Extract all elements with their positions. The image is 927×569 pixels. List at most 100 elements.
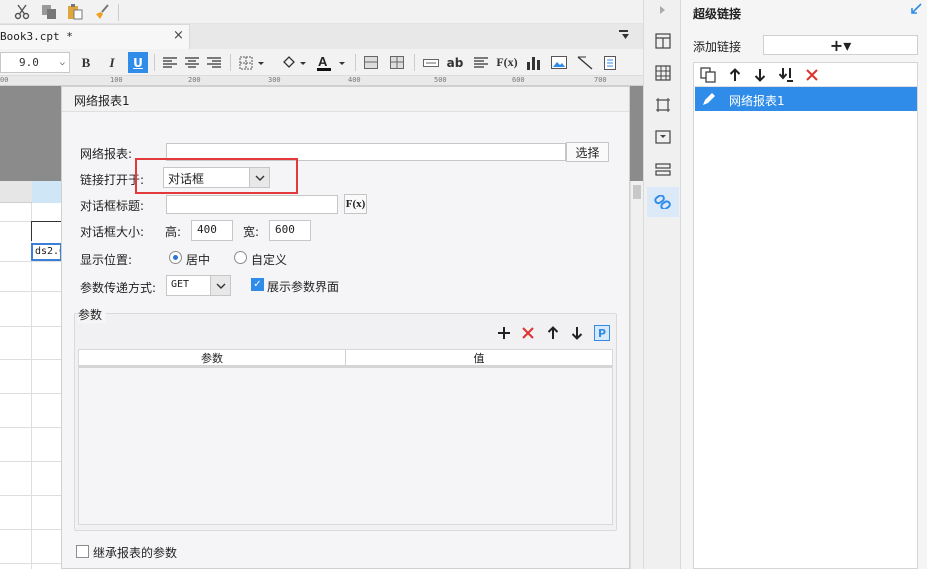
delete-link-icon[interactable] [803, 66, 821, 84]
show-param-ui-checkbox[interactable]: ✓ [251, 278, 264, 291]
move-up-icon[interactable] [726, 66, 744, 84]
param-method-value: GET [171, 279, 190, 290]
position-center-radio[interactable] [169, 251, 182, 264]
position-label: 显示位置: [80, 253, 133, 267]
grid-row-line [0, 326, 62, 327]
params-table-header: 参数 值 [79, 350, 612, 368]
ruler-mark: 00 [0, 76, 9, 84]
float-element-icon[interactable] [653, 95, 673, 115]
widget-settings-icon[interactable] [653, 127, 673, 147]
param-method-select[interactable]: GET [166, 275, 231, 296]
inherit-params-label[interactable]: 继承报表的参数 [93, 544, 177, 561]
copy-link-icon[interactable] [699, 66, 717, 84]
grid-row-line [0, 461, 62, 462]
dialog-title-label: 对话框标题: [80, 199, 145, 213]
add-link-button[interactable]: +▾ [763, 35, 918, 55]
align-left-icon[interactable] [162, 52, 178, 73]
ruler-mark: 400 [348, 76, 361, 84]
chevron-down-icon: ⌵ [59, 57, 65, 68]
copy-icon[interactable] [39, 2, 59, 22]
formula-button[interactable]: F(x) [344, 194, 367, 214]
move-down-icon[interactable] [751, 66, 769, 84]
hyperlink-list-toolbar [694, 63, 917, 87]
hyperlink-icon[interactable] [653, 192, 673, 212]
choose-report-button[interactable]: 选择 [566, 142, 609, 162]
tab-menu-icon[interactable] [618, 29, 630, 44]
param-method-label: 参数传递方式: [80, 281, 157, 295]
toolbar-divider [154, 54, 155, 71]
report-label: 网络报表: [80, 147, 133, 161]
hyperlink-list: 网络报表1 [693, 62, 918, 569]
show-param-ui-label[interactable]: 展示参数界面 [267, 278, 339, 295]
add-link-label: 添加链接 [693, 40, 742, 54]
position-custom-radio[interactable] [234, 251, 247, 264]
hyperlink-editor-dialog: 网络报表1 网络报表: 选择 链接打开于: 对话框 对话框标题: F(x) 对话… [61, 86, 630, 569]
align-right-icon[interactable] [206, 52, 222, 73]
grid-row-line [0, 291, 62, 292]
chart-icon[interactable] [524, 52, 542, 73]
selected-cell[interactable]: ds2.G [31, 243, 62, 261]
close-tab-icon[interactable]: × [173, 28, 184, 43]
text-ab-button[interactable]: ab [446, 52, 464, 73]
slash-icon[interactable] [576, 52, 594, 73]
italic-button[interactable]: I [102, 52, 122, 73]
subreport-icon[interactable] [601, 52, 619, 73]
paste-icon[interactable] [65, 2, 85, 22]
move-up-icon[interactable] [545, 325, 561, 341]
format-toolbar: 9.0 ⌵ B I U A ab F(x) [0, 49, 643, 76]
scrollbar-thumb[interactable] [633, 185, 641, 199]
svg-text:A: A [318, 55, 328, 69]
selected-column-header[interactable] [32, 181, 62, 203]
inherit-params-checkbox[interactable] [76, 545, 89, 558]
bold-button[interactable]: B [76, 52, 96, 73]
dialog-title-input[interactable] [166, 195, 338, 214]
insert-field-icon[interactable] [422, 52, 440, 73]
tab-book3[interactable]: Book3.cpt * × [0, 24, 190, 49]
position-center-label[interactable]: 居中 [186, 251, 210, 268]
align-center-icon[interactable] [184, 52, 200, 73]
cell-element-icon[interactable] [653, 63, 673, 83]
add-param-icon[interactable] [496, 325, 512, 341]
height-input[interactable]: 400 [191, 220, 233, 241]
param-p-button[interactable]: P [594, 325, 610, 341]
main-toolbar [0, 0, 643, 24]
cell-attributes-icon[interactable] [653, 31, 673, 51]
grid-row-line [0, 529, 62, 530]
move-down-icon[interactable] [569, 325, 585, 341]
ruler-mark: 600 [512, 76, 525, 84]
format-painter-icon[interactable] [92, 2, 112, 22]
cut-icon[interactable] [12, 2, 32, 22]
hyperlink-item-label: 网络报表1 [729, 94, 785, 108]
position-custom-label[interactable]: 自定义 [251, 251, 287, 268]
highlight-annotation-box [135, 158, 298, 194]
border-icon[interactable] [238, 52, 266, 73]
width-input[interactable]: 600 [269, 220, 311, 241]
hyperlink-list-item[interactable]: 网络报表1 [695, 87, 917, 111]
param-value-column[interactable]: 值 [345, 350, 612, 365]
tab-file-name: Book3.cpt * [0, 30, 73, 43]
delete-param-icon[interactable] [520, 325, 536, 341]
image-icon[interactable] [550, 52, 568, 73]
rich-text-icon[interactable] [472, 52, 490, 73]
font-size-select[interactable]: 9.0 ⌵ [0, 52, 70, 73]
ruler-mark: 200 [188, 76, 201, 84]
vertical-scrollbar[interactable] [630, 181, 643, 569]
document-tab-strip: Book3.cpt * × [0, 24, 643, 49]
collapse-arrow-icon[interactable] [653, 0, 673, 20]
fill-color-icon[interactable] [280, 52, 308, 73]
split-cells-icon[interactable] [389, 52, 405, 73]
param-name-column[interactable]: 参数 [79, 350, 345, 365]
underline-button[interactable]: U [128, 52, 148, 73]
font-color-icon[interactable]: A [316, 52, 346, 73]
condition-attributes-icon[interactable] [653, 159, 673, 179]
dialog-title: 网络报表1 [62, 87, 629, 112]
merge-cells-icon[interactable] [363, 52, 379, 73]
pin-icon[interactable] [910, 3, 922, 18]
grid-row-line [0, 359, 62, 360]
grid-row-line [0, 393, 62, 394]
move-bottom-icon[interactable] [777, 66, 795, 84]
cell-border [31, 221, 62, 241]
formula-button[interactable]: F(x) [496, 52, 517, 73]
params-table[interactable]: 参数 值 [78, 349, 613, 525]
grid-row-line [0, 427, 62, 428]
